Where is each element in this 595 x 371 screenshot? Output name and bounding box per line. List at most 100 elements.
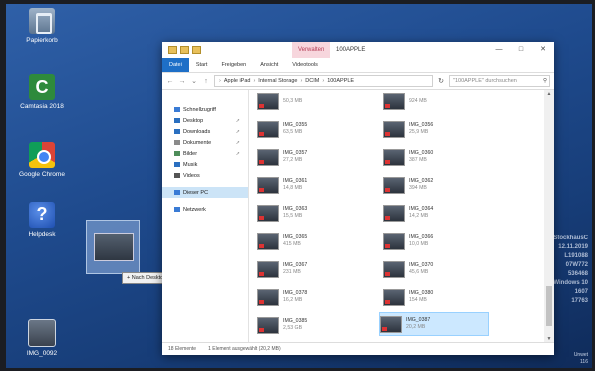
tab-videotools[interactable]: Videotools: [285, 58, 325, 72]
tab-start[interactable]: Start: [189, 58, 215, 72]
search-input[interactable]: "100APPLE" durchsuchen ⚲: [449, 75, 550, 87]
address-path[interactable]: › Apple iPad › Internal Storage › DCIM ›…: [214, 75, 433, 87]
file-name: IMG_0365: [283, 234, 308, 240]
star-icon: [174, 107, 180, 112]
forward-icon[interactable]: →: [178, 78, 186, 85]
breadcrumb-item[interactable]: 100APPLE: [327, 78, 354, 84]
scroll-up-icon[interactable]: ▲: [544, 91, 554, 97]
file-item[interactable]: IMG_0364 14,2 MB: [383, 202, 491, 224]
file-item[interactable]: IMG_0367 231 MB: [257, 258, 365, 280]
file-item[interactable]: IMG_0356 25,9 MB: [383, 118, 491, 140]
folder-icon[interactable]: [168, 46, 177, 54]
download-icon: [174, 129, 180, 134]
file-item[interactable]: IMG_0360 387 MB: [383, 146, 491, 168]
file-item[interactable]: IMG_0355 63,5 MB: [257, 118, 365, 140]
tab-ansicht[interactable]: Ansicht: [253, 58, 285, 72]
desktop-icon-label: IMG_0092: [26, 350, 58, 357]
ribbon-tabs: Datei Start Freigeben Ansicht Videotools: [162, 58, 554, 73]
desktop-icon-recycle-bin[interactable]: Papierkorb: [12, 8, 72, 44]
file-item[interactable]: IMG_0357 27,2 MB: [257, 146, 365, 168]
video-thumbnail-icon: [257, 204, 279, 222]
tab-datei[interactable]: Datei: [162, 58, 189, 72]
file-item[interactable]: IMG_0362 394 MB: [383, 174, 491, 196]
item-count: 18 Elemente: [168, 346, 197, 352]
title-bar: Verwalten 100APPLE — □ ✕: [162, 42, 554, 58]
close-icon[interactable]: ✕: [532, 42, 554, 58]
file-name: IMG_0357: [283, 150, 308, 156]
file-name: IMG_0360: [409, 150, 434, 156]
file-name: IMG_0362: [409, 178, 434, 184]
nav-item-schnellzugriff[interactable]: Schnellzugriff: [162, 104, 248, 115]
video-thumbnail-icon: [383, 176, 405, 194]
scrollbar-thumb[interactable]: [546, 286, 552, 326]
nav-item-dokumente[interactable]: Dokumente ➚: [162, 137, 248, 148]
video-thumbnail-icon: [383, 120, 405, 138]
desktop-icon-helpdesk[interactable]: Helpdesk: [12, 202, 72, 238]
file-name: IMG_0366: [409, 234, 434, 240]
file-item[interactable]: IMG_0370 45,6 MB: [383, 258, 491, 280]
desktop-icon-label: Camtasia 2018: [20, 103, 64, 110]
tab-verwalten[interactable]: Verwalten: [292, 42, 331, 58]
file-item[interactable]: 50,3 MB: [257, 90, 365, 112]
desktop-icon-chrome[interactable]: Google Chrome: [12, 142, 72, 178]
file-name: IMG_0370: [409, 262, 434, 268]
chevron-right-icon: ›: [322, 78, 325, 84]
desktop-icon-label: Google Chrome: [19, 171, 65, 178]
maximize-icon[interactable]: □: [510, 42, 532, 58]
file-item[interactable]: IMG_0378 16,2 MB: [257, 286, 365, 308]
back-icon[interactable]: ←: [166, 78, 174, 85]
nav-item-dieser-pc[interactable]: Dieser PC: [162, 187, 248, 198]
new-folder-icon[interactable]: [192, 46, 201, 54]
nav-item-desktop[interactable]: Desktop ➚: [162, 115, 248, 126]
file-size: 27,2 MB: [283, 157, 303, 163]
video-thumbnail-icon: [380, 315, 402, 333]
file-item[interactable]: IMG_0361 14,8 MB: [257, 174, 365, 196]
file-size: 394 MB: [409, 185, 427, 191]
chevron-down-icon[interactable]: ⌄: [190, 77, 198, 85]
nav-item-musik[interactable]: Musik: [162, 159, 248, 170]
file-item[interactable]: IMG_0365 415 MB: [257, 230, 365, 252]
minimize-icon[interactable]: —: [488, 42, 510, 58]
nav-item-videos[interactable]: Videos: [162, 170, 248, 181]
file-item[interactable]: IMG_0366 10,0 MB: [383, 230, 491, 252]
up-icon[interactable]: ↑: [202, 78, 210, 85]
nav-item-bilder[interactable]: Bilder ➚: [162, 148, 248, 159]
nav-item-netzwerk[interactable]: Netzwerk: [162, 204, 248, 215]
file-size: 387 MB: [409, 157, 427, 163]
info-line: Unwet: [573, 352, 588, 358]
info-line: StockhausC: [553, 235, 588, 241]
nav-item-downloads[interactable]: Downloads ➚: [162, 126, 248, 137]
breadcrumb-item[interactable]: DCIM: [305, 78, 319, 84]
nav-item-label: Desktop: [183, 117, 204, 124]
recycle-bin-icon: [29, 8, 55, 34]
breadcrumb-item[interactable]: Apple iPad: [224, 78, 251, 84]
file-item[interactable]: IMG_0380 154 MB: [383, 286, 491, 308]
file-size: 415 MB: [283, 241, 301, 247]
vertical-scrollbar[interactable]: ▲ ▼: [544, 90, 554, 343]
pin-icon: ➚: [235, 139, 240, 146]
chrome-icon: [29, 142, 55, 168]
file-item[interactable]: 924 MB: [383, 90, 491, 112]
desktop-icon-img-0092[interactable]: IMG_0092: [12, 319, 72, 357]
file-item[interactable]: IMG_0385 2,53 GB: [257, 314, 365, 336]
file-size: 14,2 MB: [409, 213, 429, 219]
refresh-icon[interactable]: ↻: [437, 77, 445, 85]
video-thumbnail-icon: [383, 92, 405, 110]
file-explorer-window: Verwalten 100APPLE — □ ✕ Datei Start Fre…: [162, 42, 554, 355]
file-size: 15,5 MB: [283, 213, 303, 219]
breadcrumb-item[interactable]: Internal Storage: [258, 78, 297, 84]
music-icon: [174, 162, 180, 167]
status-bar: 18 Elemente 1 Element ausgewählt (20,2 M…: [162, 342, 554, 355]
video-thumbnail: [94, 233, 134, 261]
file-size: 25,9 MB: [409, 129, 429, 135]
nav-item-label: Videos: [183, 172, 200, 179]
search-icon: ⚲: [542, 78, 548, 84]
file-item[interactable]: IMG_0363 15,5 MB: [257, 202, 365, 224]
desktop-icon-camtasia[interactable]: Camtasia 2018: [12, 74, 72, 110]
address-bar: ← → ⌄ ↑ › Apple iPad › Internal Storage …: [162, 73, 554, 90]
nav-item-label: Netzwerk: [183, 206, 206, 213]
tab-freigeben[interactable]: Freigeben: [214, 58, 253, 72]
properties-icon[interactable]: [180, 46, 189, 54]
network-icon: [174, 207, 180, 212]
file-item-selected[interactable]: IMG_0387 20,2 MB: [379, 312, 489, 336]
